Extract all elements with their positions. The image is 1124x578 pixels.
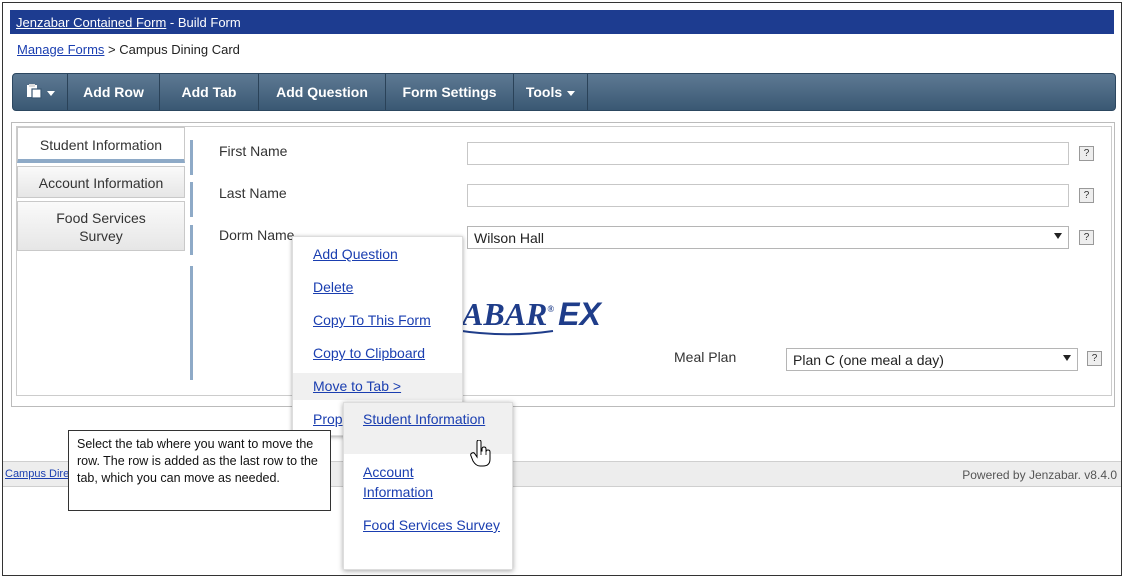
- dorm-name-value: Wilson Hall: [474, 230, 545, 246]
- row-handle-3[interactable]: [190, 225, 193, 255]
- toolbar: Add Row Add Tab Add Question Form Settin…: [12, 73, 1116, 111]
- tools-label: Tools: [525, 84, 563, 100]
- chevron-down-icon: [46, 90, 55, 96]
- logo-text: ABAR: [462, 296, 548, 332]
- dorm-name-select[interactable]: Wilson Hall: [467, 226, 1069, 249]
- logo-registered: ®: [547, 304, 555, 314]
- title-bar: Jenzabar Contained Form - Build Form: [10, 10, 1114, 34]
- title-suffix: - Build Form: [166, 15, 241, 30]
- last-name-label: Last Name: [219, 185, 287, 201]
- menu-item-copy-to-this-form[interactable]: Copy To This Form: [293, 307, 462, 334]
- menu-item-delete[interactable]: Delete: [293, 274, 462, 301]
- submenu-item-label: Food Services Survey: [363, 517, 500, 533]
- breadcrumb-manage-forms[interactable]: Manage Forms: [17, 42, 104, 57]
- tab-student-information[interactable]: Student Information: [17, 127, 185, 163]
- row-handle-4[interactable]: [190, 266, 193, 380]
- submenu-item-label: Student Information: [363, 411, 486, 427]
- help-icon[interactable]: ?: [1087, 351, 1102, 366]
- dropdown-arrow-icon: [1054, 233, 1062, 239]
- footer-powered-by: Powered by Jenzabar. v8.4.0: [962, 468, 1117, 482]
- dorm-name-label: Dorm Name: [219, 227, 295, 243]
- breadcrumb-current: Campus Dining Card: [119, 42, 240, 57]
- help-icon[interactable]: ?: [1079, 230, 1094, 245]
- row-handle-2[interactable]: [190, 182, 193, 217]
- tab-account-information[interactable]: Account Information: [17, 166, 185, 198]
- add-row-button[interactable]: Add Row: [68, 74, 160, 110]
- instruction-callout: Select the tab where you want to move th…: [68, 430, 331, 511]
- menu-item-add-question[interactable]: Add Question: [293, 241, 462, 268]
- last-name-input[interactable]: [467, 184, 1069, 207]
- tab-food-services-survey[interactable]: Food Services Survey: [17, 201, 185, 251]
- tab-label: Food Services Survey: [56, 210, 146, 244]
- logo-swoosh-icon: [455, 329, 554, 336]
- logo-ex: EX: [558, 296, 601, 332]
- submenu-item-food-services-survey[interactable]: Food Services Survey: [344, 509, 512, 560]
- tools-menu-button[interactable]: Tools: [514, 74, 588, 110]
- breadcrumb: Manage Forms > Campus Dining Card: [17, 42, 240, 57]
- form-settings-button[interactable]: Form Settings: [386, 74, 514, 110]
- meal-plan-value: Plan C (one meal a day): [793, 352, 944, 368]
- chevron-down-icon: [567, 90, 576, 96]
- help-icon[interactable]: ?: [1079, 188, 1094, 203]
- tab-label: Student Information: [39, 137, 163, 153]
- menu-item-copy-to-clipboard[interactable]: Copy to Clipboard: [293, 340, 462, 367]
- dropdown-arrow-icon: [1063, 355, 1071, 361]
- first-name-label: First Name: [219, 143, 288, 159]
- meal-plan-label: Meal Plan: [674, 349, 737, 365]
- form-title-link[interactable]: Jenzabar Contained Form: [16, 15, 166, 30]
- add-tab-button[interactable]: Add Tab: [160, 74, 259, 110]
- submenu-item-label: Account Information: [363, 464, 434, 500]
- add-question-button[interactable]: Add Question: [259, 74, 386, 110]
- hand-cursor-icon: [470, 440, 491, 467]
- first-name-input[interactable]: [467, 142, 1069, 165]
- clipboard-icon: [26, 83, 42, 102]
- help-icon[interactable]: ?: [1079, 146, 1094, 161]
- row-handle-1[interactable]: [190, 140, 193, 175]
- tab-label: Account Information: [38, 175, 164, 191]
- move-to-tab-submenu: Student Information Account Information …: [343, 402, 513, 570]
- meal-plan-select[interactable]: Plan C (one meal a day): [786, 348, 1078, 371]
- footer-link[interactable]: Campus Dire: [5, 468, 69, 480]
- clipboard-menu-button[interactable]: [13, 74, 68, 110]
- menu-item-move-to-tab[interactable]: Move to Tab >: [293, 373, 462, 400]
- breadcrumb-separator: >: [104, 42, 120, 57]
